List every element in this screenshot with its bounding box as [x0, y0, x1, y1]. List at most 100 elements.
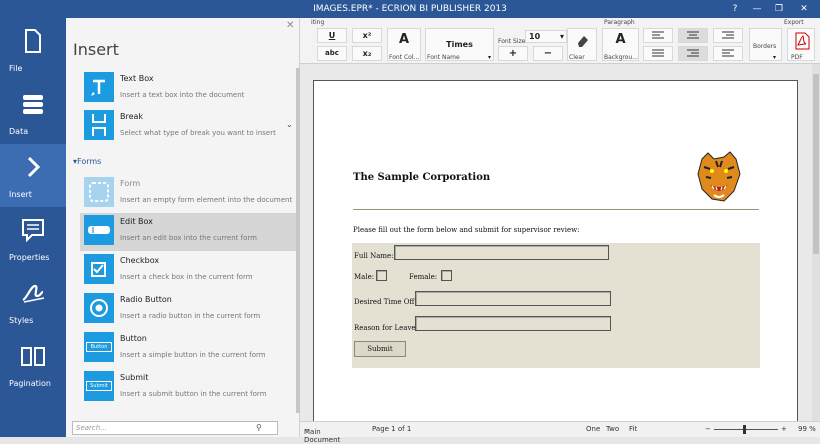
document-page[interactable]: The Sample Corporation Please fill out t… — [313, 80, 798, 425]
item-title: Break — [120, 112, 144, 121]
page-indicator: Page 1 of 1 — [372, 425, 412, 433]
minimize-button[interactable]: — — [748, 0, 766, 18]
full-name-input[interactable] — [394, 245, 609, 260]
left-navigation: File Data Insert Properties Styles Pagin… — [0, 18, 66, 437]
nav-properties[interactable]: Properties — [0, 207, 66, 270]
align-left-button[interactable] — [643, 28, 673, 43]
ribbon: iting Paragraph Export U x² abc x₂ A Fon… — [300, 18, 820, 64]
font-color-button[interactable]: A Font Col... — [387, 28, 421, 61]
time-off-label: Desired Time Off: — [354, 298, 417, 306]
item-title: Submit — [120, 373, 149, 382]
form-container[interactable]: Full Name: Male: Female: Desired Time Of… — [352, 243, 760, 368]
chevron-down-icon[interactable]: ⌄ — [286, 120, 293, 129]
decrease-font-button[interactable]: − — [533, 46, 563, 61]
align-center-button[interactable] — [678, 28, 708, 43]
form-icon — [84, 177, 114, 207]
clear-format-button[interactable]: Clear — [567, 28, 597, 61]
time-off-input[interactable] — [415, 291, 611, 306]
form-instructions[interactable]: Please fill out the form below and submi… — [353, 226, 579, 234]
scrollbar-thumb[interactable] — [813, 74, 819, 254]
insert-break[interactable]: Break Select what type of break you want… — [80, 108, 296, 146]
female-label: Female: — [409, 273, 438, 281]
eraser-icon — [578, 36, 588, 47]
close-window-button[interactable]: ✕ — [795, 0, 813, 18]
submit-icon: Submit — [84, 371, 114, 401]
zoom-in-button[interactable]: + — [781, 425, 787, 433]
font-size-dropdown[interactable]: 10 ▾ — [525, 30, 567, 43]
restore-button[interactable]: ❐ — [770, 0, 788, 18]
nav-data-label: Data — [9, 127, 29, 136]
export-pdf-button[interactable]: PDF — [787, 28, 815, 61]
submit-button[interactable]: Submit — [354, 341, 406, 357]
font-name-dropdown[interactable]: Times Font Name ▾ — [425, 28, 494, 61]
insert-form[interactable]: Form Insert an empty form element into t… — [80, 175, 296, 213]
nav-pagination[interactable]: Pagination — [0, 333, 66, 396]
chevron-down-icon: ▾ — [773, 54, 777, 61]
nav-file-label: File — [9, 64, 23, 73]
pdf-icon — [795, 32, 810, 50]
view-fit-button[interactable]: Fit — [629, 425, 637, 433]
superscript-button[interactable]: x² — [352, 28, 382, 43]
item-desc: Insert a check box in the current form — [120, 273, 253, 281]
search-input[interactable]: Search... — [72, 421, 278, 435]
borders-button[interactable]: Borders ▾ — [749, 28, 782, 61]
borders-label: Borders — [753, 43, 777, 50]
title-rule — [353, 209, 759, 210]
item-desc: Insert a text box into the document — [120, 91, 245, 99]
document-scrollbar[interactable] — [812, 64, 820, 421]
window-title: IMAGES.EPR* - ECRION BI PUBLISHER 2013 — [313, 4, 507, 14]
insert-text-box[interactable]: Text Box Insert a text box into the docu… — [80, 70, 296, 108]
nav-insert-label: Insert — [9, 190, 32, 199]
underline-button[interactable]: U — [317, 28, 347, 43]
view-one-button[interactable]: One — [586, 425, 600, 433]
nav-data[interactable]: Data — [0, 81, 66, 144]
font-size-label: Font Size — [498, 38, 526, 45]
item-title: Form — [120, 179, 141, 188]
insert-radio-button[interactable]: Radio Button Insert a radio button in th… — [80, 291, 296, 329]
full-name-label: Full Name: — [354, 252, 394, 260]
justify-button[interactable] — [643, 46, 673, 61]
male-checkbox[interactable] — [376, 270, 387, 281]
pagination-icon — [21, 347, 45, 366]
female-checkbox[interactable] — [441, 270, 452, 281]
item-title: Button — [120, 334, 147, 343]
zoom-out-button[interactable]: − — [705, 425, 711, 433]
align-right-button[interactable] — [713, 28, 743, 43]
panel-close-icon[interactable]: ✕ — [286, 20, 294, 31]
strikethrough-button[interactable]: abc — [317, 46, 347, 61]
chevron-up-icon: ⌃ — [304, 428, 310, 436]
text-box-icon — [84, 72, 114, 102]
zoom-slider[interactable] — [714, 429, 778, 430]
insert-button[interactable]: Button Button Insert a simple button in … — [80, 330, 296, 368]
zoom-slider-thumb[interactable] — [743, 425, 746, 434]
database-icon — [23, 95, 43, 114]
help-button[interactable]: ? — [726, 0, 744, 18]
button-icon: Button — [84, 332, 114, 362]
subscript-button[interactable]: x₂ — [352, 46, 382, 61]
outdent-button[interactable] — [713, 46, 743, 61]
section-forms[interactable]: ▾Forms — [73, 157, 101, 166]
nav-styles[interactable]: Styles — [0, 270, 66, 333]
insert-edit-box[interactable]: Edit Box Insert an edit box into the cur… — [80, 213, 296, 251]
group-editing-label: iting — [311, 19, 325, 26]
chevron-right-icon — [27, 156, 41, 178]
indent-button[interactable] — [678, 46, 708, 61]
reason-input[interactable] — [415, 316, 611, 331]
insert-checkbox[interactable]: Checkbox Insert a check box in the curre… — [80, 252, 296, 290]
nav-file[interactable]: File — [0, 18, 66, 81]
file-icon — [25, 29, 41, 53]
view-two-button[interactable]: Two — [606, 425, 619, 433]
search-icon[interactable]: ⚲ — [256, 423, 262, 432]
group-paragraph-label: Paragraph — [604, 19, 635, 26]
document-title[interactable]: The Sample Corporation — [353, 172, 490, 183]
align-center-icon — [687, 31, 699, 39]
tiger-logo-image[interactable] — [694, 149, 744, 204]
clear-label: Clear — [569, 54, 585, 61]
break-icon — [84, 110, 114, 140]
insert-submit[interactable]: Submit Submit Insert a submit button in … — [80, 369, 296, 407]
group-export-label: Export — [784, 19, 804, 26]
background-color-button[interactable]: A Backgrou... — [602, 28, 639, 61]
increase-font-button[interactable]: + — [498, 46, 528, 61]
background-label: Backgrou... — [604, 54, 638, 61]
nav-insert[interactable]: Insert — [0, 144, 66, 207]
